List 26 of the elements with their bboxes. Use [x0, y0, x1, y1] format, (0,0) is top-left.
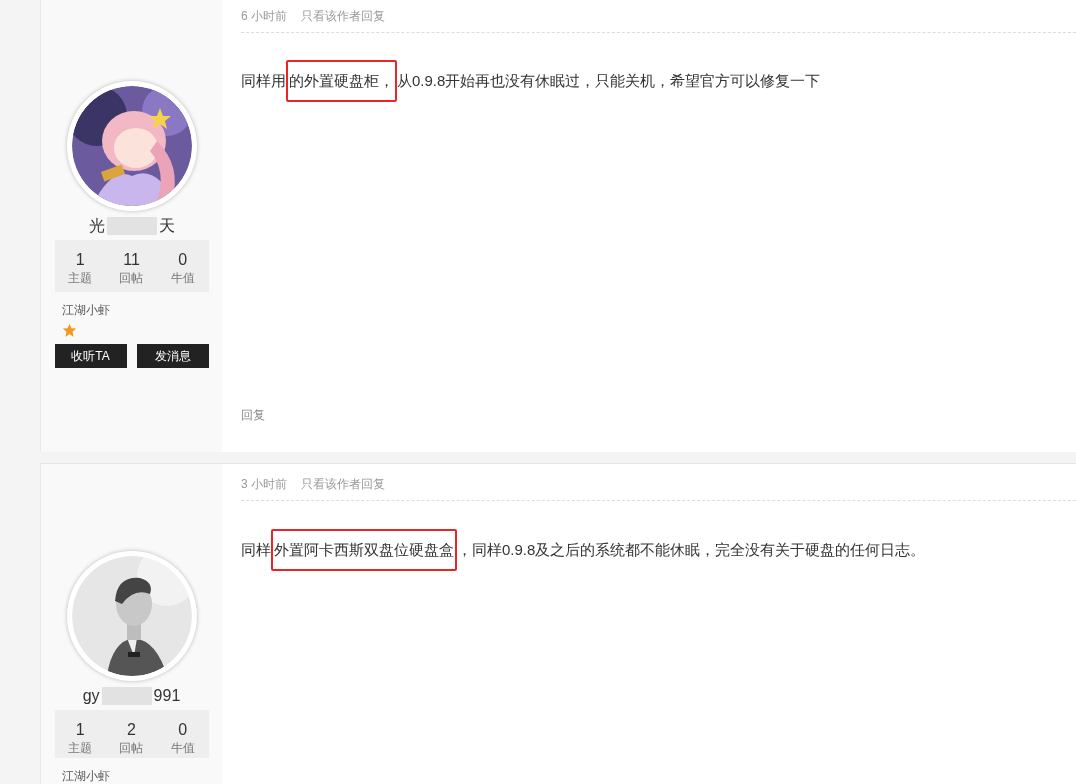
username[interactable]: 天: [158, 214, 175, 238]
message-button[interactable]: 发消息: [136, 344, 209, 368]
follow-button[interactable]: 收听TA: [54, 344, 127, 368]
stat-value: 2: [127, 720, 136, 740]
stat-label: 主题: [68, 270, 93, 286]
star-icon: [61, 323, 77, 338]
stat-value: 1: [75, 250, 85, 270]
stat-value: 0: [178, 250, 188, 270]
stat-value: 11: [123, 250, 140, 270]
post-time: 6 小时前: [241, 8, 287, 25]
post-time: 3 小时前: [241, 476, 287, 493]
post-text: 同样 外置阿卡西斯双盘位硬盘盒 ，同样0.9.8及之后的系统都不能休眠，完全没有关于硬盘的任何日志。: [241, 529, 1076, 571]
stat-value: 0: [178, 720, 188, 740]
stat-label: 牛值: [170, 270, 195, 286]
username[interactable]: 991: [153, 684, 181, 708]
stat-value: 1: [75, 720, 85, 740]
post-text: 同样用 的外置硬盘柜， 从0.9.8开始再也没有休眠过，只能关机，希望官方可以修复一下: [241, 60, 1076, 102]
stat-label: 牛值: [170, 740, 195, 756]
username[interactable]: 光: [88, 214, 105, 238]
stat-label: 回帖: [119, 740, 144, 756]
stat-label: 回帖: [119, 270, 144, 286]
stat-label: 主题: [68, 740, 93, 756]
reply-link[interactable]: 回复: [241, 406, 265, 424]
username[interactable]: gy: [82, 684, 100, 708]
user-level: 江湖小虾: [61, 302, 111, 318]
user-level: 江湖小虾: [61, 768, 111, 784]
